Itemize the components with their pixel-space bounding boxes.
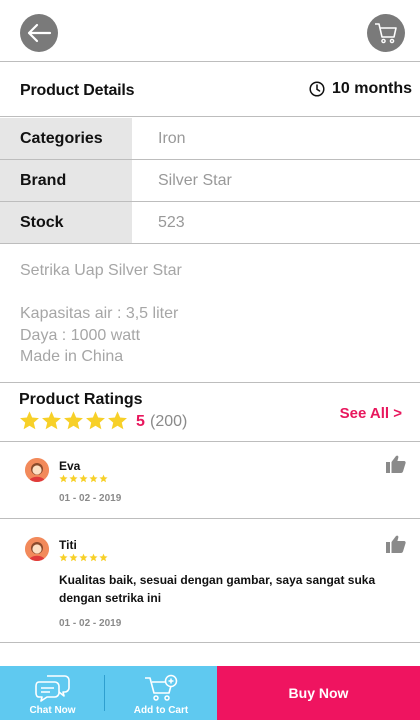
review-item: Eva 01 - 02 - 2019 bbox=[0, 443, 420, 519]
rating-count: (200) bbox=[150, 413, 188, 430]
duration: 10 months bbox=[309, 80, 412, 98]
chat-now-button[interactable]: Chat Now bbox=[0, 666, 105, 720]
star-icon bbox=[79, 553, 88, 562]
star-icon bbox=[99, 474, 108, 483]
spec-label: Brand bbox=[0, 160, 132, 201]
avatar bbox=[25, 458, 49, 482]
star-icon bbox=[20, 411, 39, 430]
reviewer-name: Eva bbox=[59, 459, 81, 473]
add-to-cart-label: Add to Cart bbox=[133, 705, 189, 716]
review-date: 01 - 02 - 2019 bbox=[59, 618, 122, 629]
avatar bbox=[25, 537, 49, 561]
review-text: Kualitas baik, sesuai dengan gambar, say… bbox=[59, 573, 376, 605]
user-avatar-icon bbox=[25, 537, 49, 561]
section-title: Product Details bbox=[20, 82, 135, 99]
star-icon bbox=[86, 411, 105, 430]
ratings-title: Product Ratings bbox=[19, 391, 143, 408]
description-line: Made in China bbox=[20, 348, 124, 365]
user-avatar-icon bbox=[25, 458, 49, 482]
thumbs-up-icon bbox=[386, 535, 406, 553]
star-icon bbox=[99, 553, 108, 562]
star-icon bbox=[59, 553, 68, 562]
spec-label: Categories bbox=[0, 118, 132, 159]
duration-text: 10 months bbox=[331, 80, 412, 97]
see-all-link[interactable]: See All > bbox=[340, 405, 402, 422]
spec-row-stock: Stock 523 bbox=[0, 202, 420, 244]
spec-label: Stock bbox=[0, 202, 132, 243]
arrow-left-icon bbox=[27, 23, 52, 43]
description-line: Daya : 1000 watt bbox=[20, 327, 141, 344]
star-icon bbox=[69, 474, 78, 483]
star-icon bbox=[89, 553, 98, 562]
star-icon bbox=[59, 474, 68, 483]
chat-bubbles-icon bbox=[34, 675, 70, 702]
top-bar bbox=[0, 0, 420, 62]
product-ratings: Product Ratings 5 (200) See All > bbox=[0, 382, 420, 442]
spec-value: Iron bbox=[158, 130, 186, 147]
buy-now-button[interactable]: Buy Now bbox=[217, 666, 420, 720]
bottom-action-bar: Chat Now Add to Cart Buy Now bbox=[0, 666, 420, 720]
star-icon bbox=[42, 411, 61, 430]
description-line: Kapasitas air : 3,5 liter bbox=[20, 305, 179, 322]
chat-now-label: Chat Now bbox=[29, 705, 76, 716]
star-icon bbox=[108, 411, 127, 430]
star-icon bbox=[79, 474, 88, 483]
star-icon bbox=[64, 411, 83, 430]
spec-value: 523 bbox=[158, 214, 185, 231]
cart-plus-icon bbox=[145, 674, 178, 701]
add-to-cart-button[interactable]: Add to Cart bbox=[105, 666, 217, 720]
rating-score: 5 bbox=[136, 413, 145, 430]
thumbs-up-icon bbox=[386, 455, 406, 473]
shopping-cart-icon bbox=[375, 23, 397, 44]
rating-stars bbox=[19, 410, 129, 431]
spec-value: Silver Star bbox=[158, 172, 232, 189]
spec-row-categories: Categories Iron bbox=[0, 118, 420, 160]
cart-button[interactable] bbox=[367, 14, 405, 52]
back-button[interactable] bbox=[20, 14, 58, 52]
review-date: 01 - 02 - 2019 bbox=[59, 493, 122, 504]
product-name: Setrika Uap Silver Star bbox=[20, 262, 182, 279]
review-stars bbox=[59, 553, 109, 562]
like-button[interactable] bbox=[386, 455, 406, 478]
reviewer-name: Titi bbox=[59, 538, 77, 552]
star-icon bbox=[69, 553, 78, 562]
spec-row-brand: Brand Silver Star bbox=[0, 160, 420, 202]
review-item: Titi Kualitas baik, sesuai dengan gambar… bbox=[0, 520, 420, 643]
review-stars bbox=[59, 474, 109, 483]
product-details-header: Product Details 10 months bbox=[0, 63, 420, 117]
clock-icon bbox=[309, 81, 325, 97]
star-icon bbox=[89, 474, 98, 483]
like-button[interactable] bbox=[386, 535, 406, 558]
